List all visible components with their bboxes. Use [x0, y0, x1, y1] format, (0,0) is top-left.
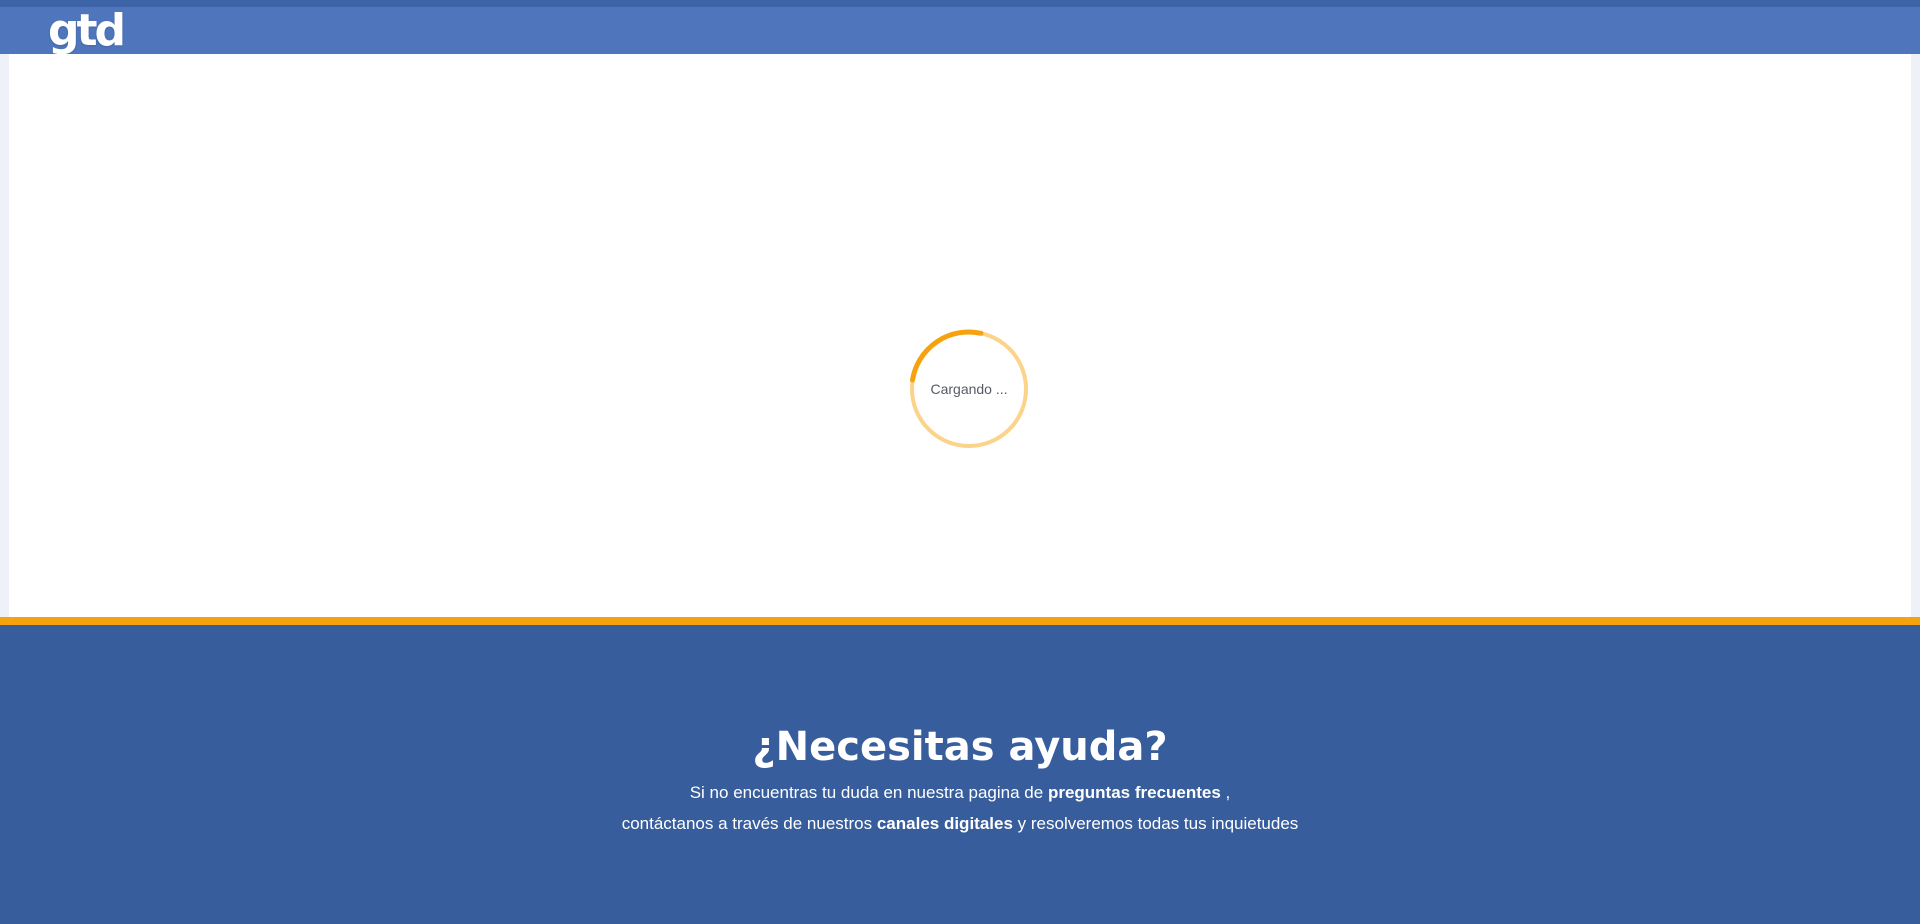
help-line2-suffix: y resolveremos todas tus inquietudes [1012, 814, 1299, 833]
loading-spinner: Cargando ... [909, 329, 1029, 449]
help-footer: ¿Necesitas ayuda? Si no encuentras tu du… [0, 617, 1920, 924]
top-header: gtd [0, 0, 1920, 54]
help-description: Si no encuentras tu duda en nuestra pagi… [0, 777, 1920, 839]
gtd-logo[interactable]: gtd [48, 7, 126, 54]
loading-text: Cargando ... [930, 381, 1008, 397]
help-line1-suffix: , [1220, 783, 1231, 802]
digital-channels-link[interactable]: canales digitales [877, 814, 1013, 833]
faq-link[interactable]: preguntas frecuentes [1048, 783, 1221, 802]
help-line2-prefix: contáctanos a través de nuestros [621, 814, 877, 833]
help-line1-prefix: Si no encuentras tu duda en nuestra pagi… [689, 783, 1048, 802]
main-content-panel: Cargando ... [9, 54, 1911, 617]
help-title: ¿Necesitas ayuda? [752, 724, 1168, 770]
